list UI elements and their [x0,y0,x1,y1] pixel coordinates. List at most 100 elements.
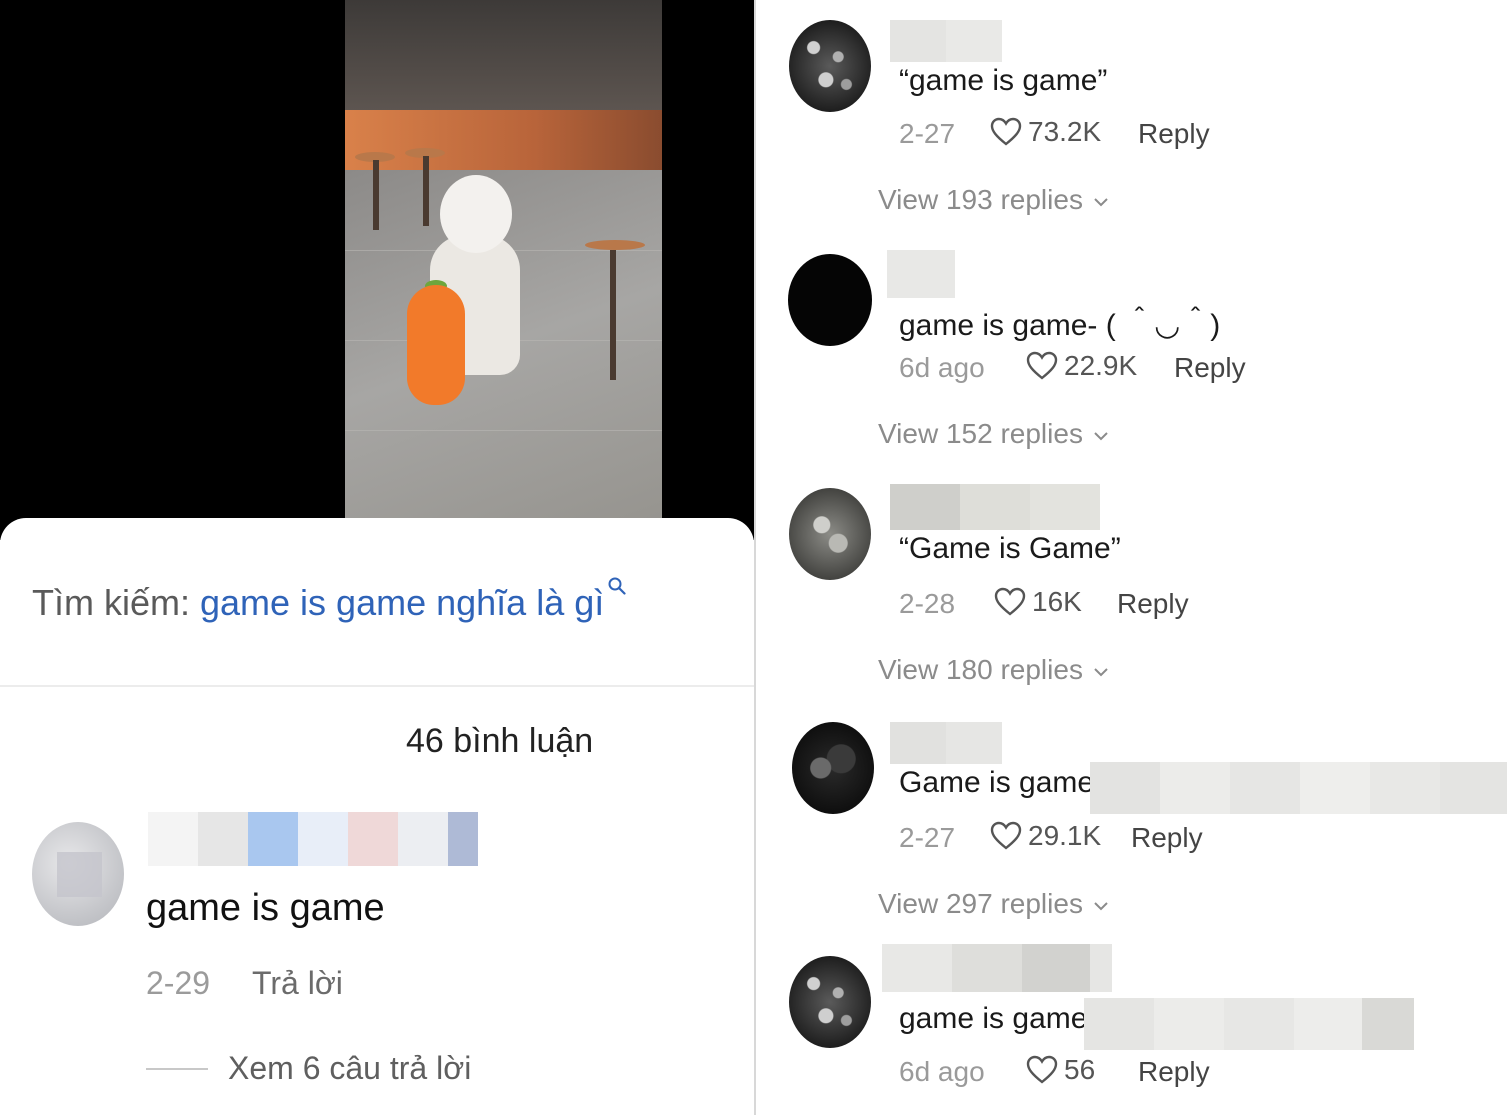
comment-date: 2-27 [899,118,956,149]
view-replies-button[interactable]: View 297 replies [878,888,1109,920]
comment-date: 6d ago [899,1056,985,1087]
stool-leg [610,250,616,380]
chevron-down-icon [1094,901,1108,911]
redaction-block [960,484,1030,530]
redaction-block [882,944,952,992]
username-redacted[interactable] [890,484,1100,530]
like-button[interactable]: 16K [994,586,1082,618]
redaction-block [248,812,298,866]
reply-button[interactable]: Reply [1138,118,1210,150]
heart-icon [1026,351,1058,380]
left-panel: Tìm kiếm: game is game nghĩa là gì 46 bì… [0,0,754,1115]
redaction-block [1362,998,1414,1050]
comment-count: 46 bình luận [406,722,594,760]
username-redacted[interactable] [148,812,478,866]
comment-item: “Game is Game” 2-28 16K Reply View 180 r… [756,468,1507,702]
username-redacted[interactable] [890,20,1002,62]
carrot-plush [407,285,465,405]
redaction-block [1160,762,1230,814]
view-replies-button[interactable]: View 180 replies [878,654,1109,686]
avatar-blur [57,852,102,897]
view-replies-button[interactable]: View 193 replies [878,184,1109,216]
redaction-block [1084,998,1154,1050]
comment-text: “Game is Game” [899,532,1121,565]
like-button[interactable]: 22.9K [1026,350,1137,382]
like-count: 56 [1064,1054,1096,1085]
redaction-block [890,20,946,62]
view-replies-label: View 180 replies [878,654,1083,685]
redaction-block [1230,762,1300,814]
reply-button[interactable]: Reply [1131,822,1203,854]
comment-meta: 2-29 Trả lời [146,965,343,1002]
redaction-block [348,812,398,866]
replies-rule [146,1067,208,1070]
redaction-block [1154,998,1224,1050]
view-replies-button[interactable]: Xem 6 câu trả lời [146,1050,471,1087]
chevron-down-icon [1094,197,1108,207]
comment-date: 2-27 [899,822,956,853]
heart-icon [1026,1055,1058,1084]
redaction-block [1440,762,1507,814]
comment-text: “game is game” [899,64,1108,97]
redaction-block [952,944,1022,992]
comment-text: game is game [146,887,385,929]
redaction-block [1224,998,1294,1050]
right-panel: “game is game” 2-27 73.2K Reply View 193… [756,0,1507,1115]
redaction-block [398,812,448,866]
search-prefix: Tìm kiếm: [32,582,200,623]
redaction-block [1370,762,1440,814]
like-button[interactable]: 56 [1026,1054,1095,1086]
video-frame [345,0,662,520]
video-player[interactable] [0,0,754,540]
scene-background [345,0,662,110]
comment-text: Game is game [899,766,1095,799]
child-hood [440,175,512,253]
avatar[interactable] [792,722,874,814]
like-count: 29.1K [1028,820,1102,851]
reply-button[interactable]: Reply [1117,588,1189,620]
view-replies-label: View 193 replies [878,184,1083,215]
stool-leg [373,160,379,230]
like-count: 16K [1032,586,1082,617]
comment-date: 2-29 [146,965,211,1001]
view-replies-button[interactable]: View 152 replies [878,418,1109,450]
avatar[interactable] [788,254,872,346]
view-replies-label: View 297 replies [878,888,1083,919]
avatar[interactable] [789,488,871,580]
stool-leg [423,156,429,226]
comment-item: game is game 6d ago 56 Reply [756,936,1507,1115]
stool [585,240,645,250]
redaction-block [1022,944,1090,992]
chevron-down-icon [1094,667,1108,677]
avatar[interactable] [32,822,124,926]
text-redacted [1084,998,1414,1050]
search-suggestion[interactable]: Tìm kiếm: game is game nghĩa là gì [32,577,626,624]
like-count: 73.2K [1028,116,1102,147]
like-button[interactable]: 73.2K [990,116,1101,148]
avatar[interactable] [789,20,871,112]
redaction-block [1090,762,1160,814]
floor-line [345,430,662,431]
heart-icon [990,821,1022,850]
avatar[interactable] [789,956,871,1048]
comment-text: game is game- ( ＾◡＾) [899,309,1221,342]
heart-icon [994,587,1026,616]
redaction-block [887,250,955,298]
redaction-block [1294,998,1362,1050]
reply-button[interactable]: Reply [1174,352,1246,384]
reply-button[interactable]: Trả lời [252,965,343,1002]
comment-text: game is game [899,1002,1088,1035]
search-query-link[interactable]: game is game nghĩa là gì [200,582,604,623]
heart-icon [990,117,1022,146]
like-button[interactable]: 29.1K [990,820,1101,852]
comment-item: game is game- ( ＾◡＾) 6d ago 22.9K Reply … [756,234,1507,468]
redaction-block [298,812,348,866]
reply-button[interactable]: Reply [1138,1056,1210,1088]
username-redacted[interactable] [887,250,955,298]
username-redacted[interactable] [882,944,1112,992]
view-replies-label: Xem 6 câu trả lời [228,1050,472,1086]
redaction-block [946,20,1002,62]
comment-item: “game is game” 2-27 73.2K Reply View 193… [756,0,1507,234]
comment-date: 6d ago [899,352,985,383]
username-redacted[interactable] [890,722,1002,764]
